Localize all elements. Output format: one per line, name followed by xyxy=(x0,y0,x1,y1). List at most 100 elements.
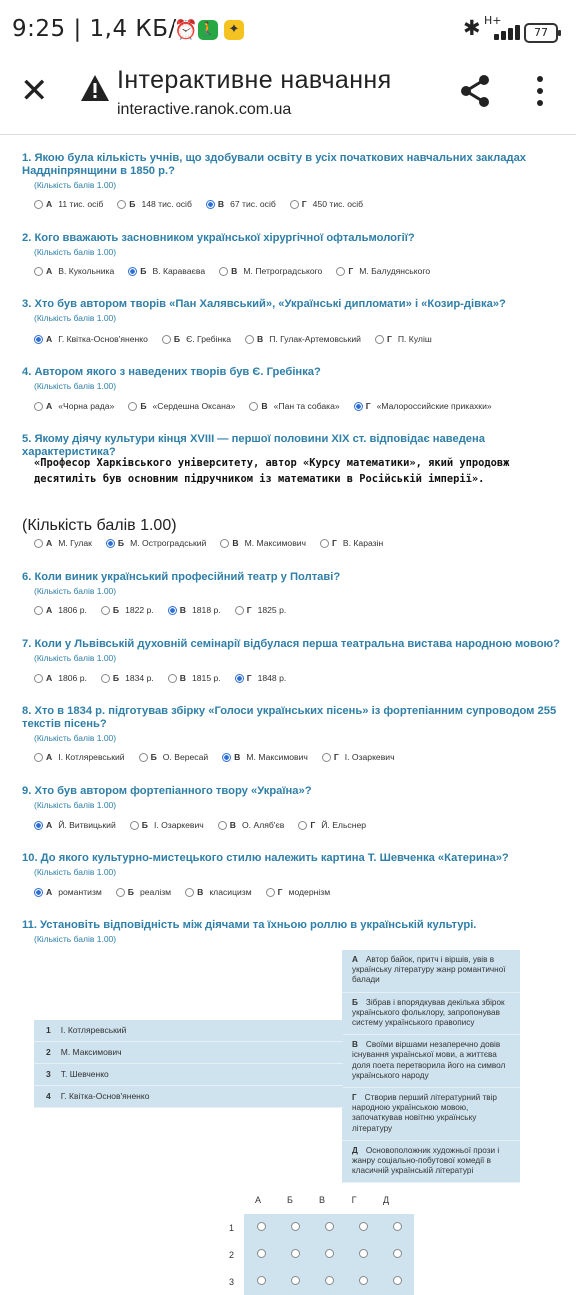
radio-icon[interactable] xyxy=(290,1249,300,1258)
warning-icon[interactable] xyxy=(80,74,110,102)
radio-icon[interactable] xyxy=(290,1222,300,1231)
radio-icon[interactable] xyxy=(320,539,330,549)
radio-icon[interactable] xyxy=(161,335,171,345)
radio-icon[interactable] xyxy=(256,1276,266,1285)
answer-option-Б[interactable]: Б М. Остроградський xyxy=(105,538,206,549)
answer-option-Г[interactable]: Г В. Каразін xyxy=(320,538,383,549)
radio-icon[interactable] xyxy=(219,267,229,277)
radio-icon[interactable] xyxy=(34,200,43,210)
radio-icon[interactable] xyxy=(324,1222,334,1231)
more-options-icon[interactable] xyxy=(530,74,550,108)
answer-option-В[interactable]: В 67 тис. осіб xyxy=(205,199,276,210)
answer-option-Б[interactable]: Б О. Вересай xyxy=(138,752,208,763)
answer-option-В[interactable]: В 1818 р. xyxy=(167,605,221,616)
radio-selected-icon[interactable] xyxy=(205,200,215,210)
answer-option-В[interactable]: В П. Гулак-Артемовський xyxy=(244,334,361,345)
close-icon[interactable]: ✕ xyxy=(20,74,49,108)
radio-icon[interactable] xyxy=(336,267,346,277)
radio-icon[interactable] xyxy=(115,888,125,898)
radio-icon[interactable] xyxy=(34,606,43,616)
answer-option-Б[interactable]: Б 1822 р. xyxy=(100,605,154,616)
answer-option-Г[interactable]: Г М. Балудянського xyxy=(336,266,430,277)
answer-option-А[interactable]: А «Чорна рада» xyxy=(34,401,114,412)
answer-option-А[interactable]: А В. Кукольника xyxy=(34,266,114,277)
radio-icon[interactable] xyxy=(34,402,43,412)
radio-selected-icon[interactable] xyxy=(34,888,43,898)
answer-option-Г[interactable]: Г 450 тис. осіб xyxy=(289,199,363,210)
answer-option-Б[interactable]: Б 1834 р. xyxy=(100,673,154,684)
answer-option-Б[interactable]: Б В. Караваєва xyxy=(128,266,205,277)
radio-icon[interactable] xyxy=(244,335,254,345)
radio-icon[interactable] xyxy=(358,1276,368,1285)
page-url[interactable]: interactive.ranok.com.ua xyxy=(117,101,291,119)
radio-icon[interactable] xyxy=(138,753,148,763)
radio-icon[interactable] xyxy=(217,821,227,831)
answer-option-В[interactable]: В М. Максимович xyxy=(220,538,306,549)
radio-icon[interactable] xyxy=(392,1222,402,1231)
share-icon[interactable] xyxy=(458,74,492,108)
radio-icon[interactable] xyxy=(34,674,43,684)
radio-icon[interactable] xyxy=(185,888,195,898)
radio-icon[interactable] xyxy=(289,200,299,210)
answer-option-Г[interactable]: Г І. Озаркевич xyxy=(321,752,395,763)
answer-option-Г[interactable]: Г 1848 р. xyxy=(234,673,286,684)
answer-option-Б[interactable]: Б «Сердешна Оксана» xyxy=(128,401,235,412)
radio-selected-icon[interactable] xyxy=(353,402,363,412)
answer-option-А[interactable]: А Г. Квітка-Основ'яненко xyxy=(34,334,148,345)
radio-selected-icon[interactable] xyxy=(128,267,138,277)
radio-icon[interactable] xyxy=(374,335,384,345)
answer-option-А[interactable]: А І. Котляревський xyxy=(34,752,125,763)
answer-option-Б[interactable]: Бреалізм xyxy=(115,887,171,898)
radio-icon[interactable] xyxy=(249,402,259,412)
answer-option-А[interactable]: А 1806 р. xyxy=(34,673,87,684)
answer-option-В[interactable]: В 1815 р. xyxy=(167,673,221,684)
radio-icon[interactable] xyxy=(34,539,43,549)
radio-icon[interactable] xyxy=(128,402,138,412)
answer-option-А[interactable]: А 11 тис. осіб xyxy=(34,199,103,210)
radio-icon[interactable] xyxy=(256,1222,266,1231)
radio-icon[interactable] xyxy=(298,821,308,831)
answer-option-Г[interactable]: Гмодернізм xyxy=(265,887,330,898)
radio-selected-icon[interactable] xyxy=(234,674,244,684)
radio-selected-icon[interactable] xyxy=(222,753,232,763)
radio-selected-icon[interactable] xyxy=(167,606,177,616)
radio-selected-icon[interactable] xyxy=(105,539,115,549)
radio-icon[interactable] xyxy=(234,606,244,616)
answer-option-В[interactable]: В О. Аляб'єв xyxy=(217,820,284,831)
radio-icon[interactable] xyxy=(167,674,177,684)
radio-icon[interactable] xyxy=(324,1276,334,1285)
radio-icon[interactable] xyxy=(290,1276,300,1285)
radio-icon[interactable] xyxy=(100,606,110,616)
radio-icon[interactable] xyxy=(34,753,43,763)
radio-icon[interactable] xyxy=(324,1249,334,1258)
answer-option-В[interactable]: Вкласицизм xyxy=(185,887,252,898)
answer-option-Б[interactable]: Б Є. Гребінка xyxy=(161,334,231,345)
answer-option-Б[interactable]: Б І. Озаркевич xyxy=(129,820,204,831)
radio-icon[interactable] xyxy=(358,1222,368,1231)
answer-option-Г[interactable]: Г Й. Ельснер xyxy=(298,820,366,831)
answer-option-А[interactable]: А 1806 р. xyxy=(34,605,87,616)
radio-icon[interactable] xyxy=(358,1249,368,1258)
radio-icon[interactable] xyxy=(117,200,127,210)
answer-option-В[interactable]: В М. Петроградського xyxy=(219,266,322,277)
radio-icon[interactable] xyxy=(100,674,110,684)
answer-option-В[interactable]: В М. Максимович xyxy=(222,752,308,763)
radio-icon[interactable] xyxy=(220,539,230,549)
radio-icon[interactable] xyxy=(129,821,139,831)
radio-selected-icon[interactable] xyxy=(34,335,43,345)
answer-option-Г[interactable]: Г «Малороссийские прикахки» xyxy=(353,401,492,412)
answer-option-А[interactable]: Аромантизм xyxy=(34,887,102,898)
radio-icon[interactable] xyxy=(265,888,275,898)
radio-icon[interactable] xyxy=(256,1249,266,1258)
answer-option-Б[interactable]: Б 148 тис. осіб xyxy=(117,199,192,210)
answer-option-А[interactable]: А Й. Витвицький xyxy=(34,820,116,831)
radio-icon[interactable] xyxy=(321,753,331,763)
radio-icon[interactable] xyxy=(34,267,43,277)
answer-option-Г[interactable]: Г П. Куліш xyxy=(374,334,432,345)
radio-icon[interactable] xyxy=(392,1249,402,1258)
radio-icon[interactable] xyxy=(392,1276,402,1285)
answer-option-В[interactable]: В «Пан та собака» xyxy=(249,401,340,412)
radio-selected-icon[interactable] xyxy=(34,821,43,831)
answer-option-А[interactable]: А М. Гулак xyxy=(34,538,92,549)
answer-option-Г[interactable]: Г 1825 р. xyxy=(234,605,286,616)
